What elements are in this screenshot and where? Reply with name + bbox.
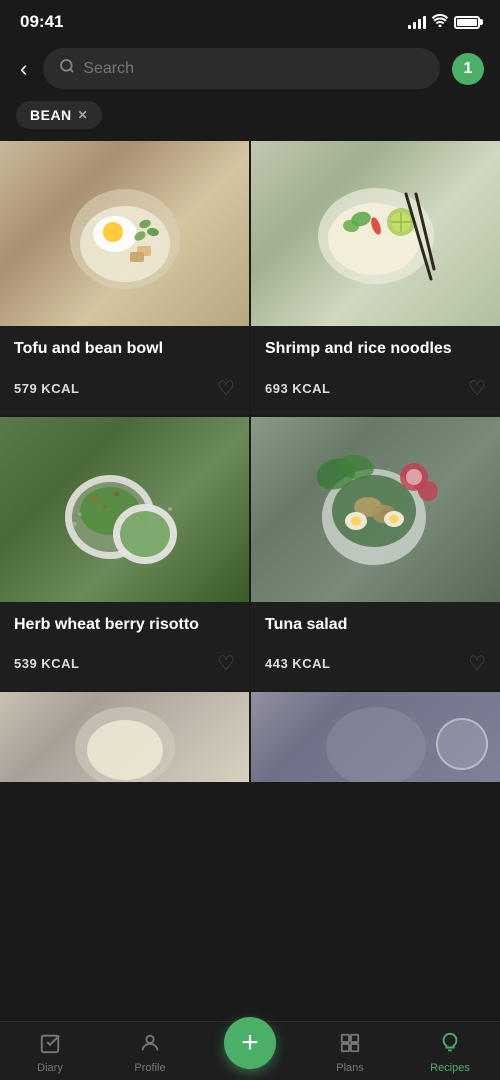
search-input[interactable] — [83, 60, 424, 78]
recipe-kcal: 693 KCAL — [265, 381, 330, 396]
add-button[interactable]: + — [224, 1017, 276, 1069]
partial-image-left — [0, 692, 249, 782]
profile-icon — [139, 1032, 161, 1058]
recipe-card-tofu-bean-bowl[interactable]: Tofu and bean bowl 579 KCAL ♡ — [0, 141, 249, 415]
recipe-info: Herb wheat berry risotto 539 KCAL ♡ — [0, 602, 249, 691]
recipe-image-shrimp — [251, 141, 500, 326]
filter-row: BEAN ✕ — [0, 101, 500, 141]
back-button[interactable]: ‹ — [16, 52, 31, 86]
partial-card-right[interactable] — [251, 692, 500, 782]
recipe-image-herb — [0, 417, 249, 602]
status-bar: 09:41 — [0, 0, 500, 40]
nav-label-diary: Diary — [37, 1062, 63, 1074]
filter-remove-icon[interactable]: ✕ — [78, 108, 89, 122]
status-time: 09:41 — [20, 12, 63, 32]
search-bar[interactable] — [43, 48, 440, 89]
filter-tag-bean[interactable]: BEAN ✕ — [16, 101, 102, 129]
recipe-image-tuna — [251, 417, 500, 602]
nav-item-profile[interactable]: Profile — [100, 1022, 200, 1080]
recipe-info: Shrimp and rice noodles 693 KCAL ♡ — [251, 326, 500, 415]
recipe-title: Tofu and bean bowl — [14, 338, 235, 360]
bottom-nav-area: Diary Profile + — [0, 1062, 500, 1080]
recipe-card-shrimp-rice-noodles[interactable]: Shrimp and rice noodles 693 KCAL ♡ — [251, 141, 500, 415]
diary-icon — [39, 1032, 61, 1058]
recipe-bottom: 693 KCAL ♡ — [265, 376, 486, 401]
recipe-title: Herb wheat berry risotto — [14, 614, 235, 636]
recipe-card-herb-wheat-berry-risotto[interactable]: Herb wheat berry risotto 539 KCAL ♡ — [0, 417, 249, 691]
recipe-grid: Tofu and bean bowl 579 KCAL ♡ — [0, 141, 500, 692]
partial-card-left[interactable] — [0, 692, 249, 782]
signal-icon — [408, 15, 426, 29]
recipe-image-tofu — [0, 141, 249, 326]
nav-label-plans: Plans — [336, 1062, 364, 1074]
search-icon — [59, 58, 75, 79]
bottom-nav: Diary Profile + — [0, 1021, 500, 1080]
filter-label: BEAN — [30, 107, 72, 123]
battery-icon — [454, 16, 480, 29]
recipe-kcal: 579 KCAL — [14, 381, 79, 396]
wifi-icon — [432, 14, 448, 30]
recipe-bottom: 579 KCAL ♡ — [14, 376, 235, 401]
heart-icon[interactable]: ♡ — [468, 376, 486, 401]
recipe-title: Tuna salad — [265, 614, 486, 636]
nav-item-plans[interactable]: Plans — [300, 1022, 400, 1080]
nav-label-recipes: Recipes — [430, 1062, 470, 1074]
recipe-bottom: 539 KCAL ♡ — [14, 651, 235, 676]
recipes-icon — [439, 1032, 461, 1058]
recipe-kcal: 539 KCAL — [14, 656, 79, 671]
recipe-title: Shrimp and rice noodles — [265, 338, 486, 360]
nav-item-add[interactable]: + — [200, 1022, 300, 1080]
badge-count[interactable]: 1 — [452, 53, 484, 85]
heart-icon[interactable]: ♡ — [217, 651, 235, 676]
recipe-kcal: 443 KCAL — [265, 656, 330, 671]
circle-overlay-button[interactable] — [436, 718, 488, 770]
recipe-info: Tuna salad 443 KCAL ♡ — [251, 602, 500, 691]
heart-icon[interactable]: ♡ — [468, 651, 486, 676]
heart-icon[interactable]: ♡ — [217, 376, 235, 401]
add-icon: + — [241, 1028, 259, 1058]
recipe-info: Tofu and bean bowl 579 KCAL ♡ — [0, 326, 249, 415]
header: ‹ 1 — [0, 40, 500, 101]
status-icons — [408, 14, 480, 30]
nav-item-diary[interactable]: Diary — [0, 1022, 100, 1080]
nav-label-profile: Profile — [134, 1062, 165, 1074]
plans-icon — [339, 1032, 361, 1058]
partial-recipe-row — [0, 692, 500, 782]
recipe-card-tuna-salad[interactable]: Tuna salad 443 KCAL ♡ — [251, 417, 500, 691]
nav-item-recipes[interactable]: Recipes — [400, 1022, 500, 1080]
recipe-bottom: 443 KCAL ♡ — [265, 651, 486, 676]
